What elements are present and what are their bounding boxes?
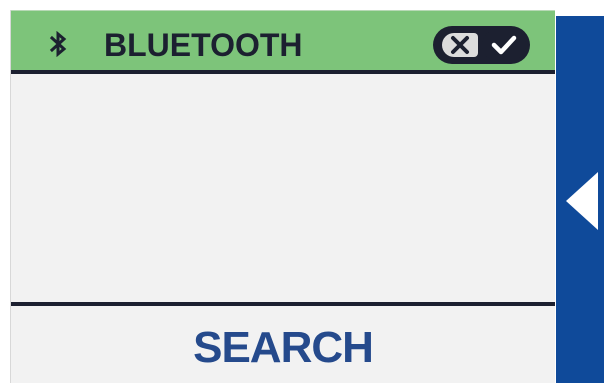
checkmark-icon xyxy=(491,35,517,55)
header-title: BLUETOOTH xyxy=(104,27,303,63)
x-icon xyxy=(451,36,469,54)
side-panel-tab[interactable] xyxy=(556,16,604,383)
toggle-off-segment xyxy=(442,33,478,57)
search-button-label: SEARCH xyxy=(193,322,374,372)
bluetooth-screen: BLUETOOTH SEARCH xyxy=(0,0,604,383)
triangle-left-icon xyxy=(566,172,598,230)
device-list xyxy=(11,74,555,302)
toggle-knob xyxy=(482,29,526,61)
bluetooth-header: BLUETOOTH xyxy=(11,10,555,74)
bluetooth-toggle[interactable] xyxy=(433,26,530,64)
bluetooth-panel: BLUETOOTH SEARCH xyxy=(10,10,555,383)
search-button[interactable]: SEARCH xyxy=(11,306,555,383)
bluetooth-icon xyxy=(49,31,67,57)
